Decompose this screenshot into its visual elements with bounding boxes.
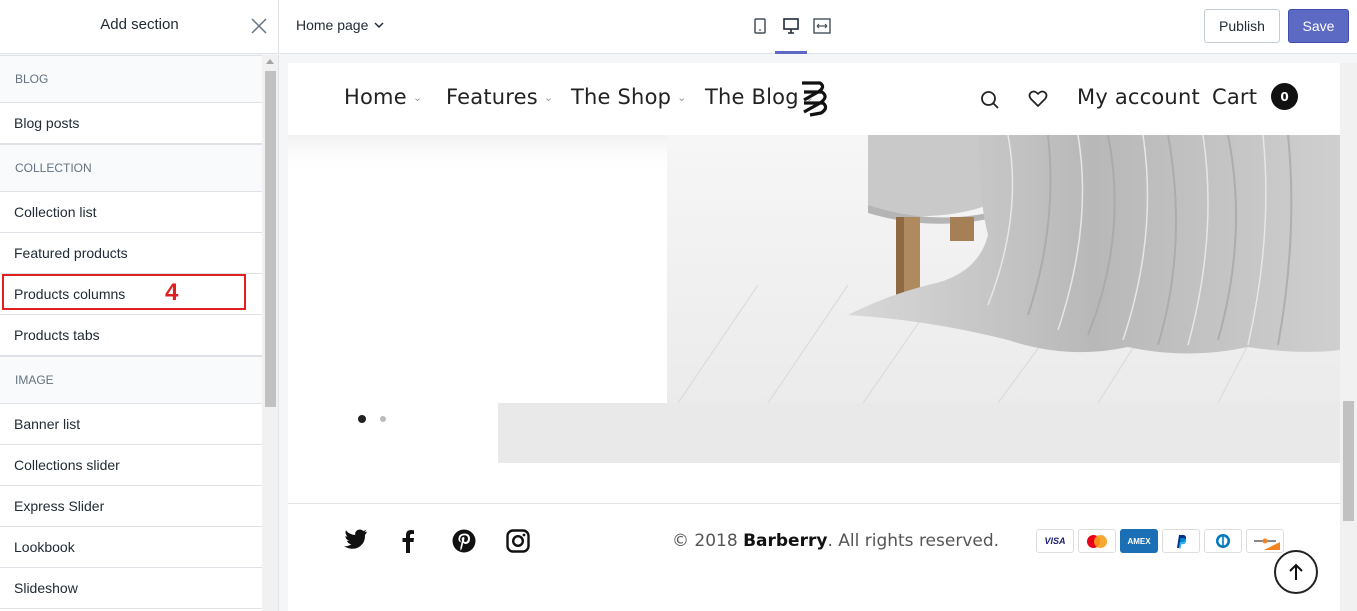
nav-shop-label: The Shop <box>571 85 672 109</box>
slider-dot[interactable] <box>380 416 386 422</box>
nav-the-shop[interactable]: The Shop ⌄ <box>571 85 687 109</box>
facebook-icon[interactable] <box>401 529 415 553</box>
chevron-down-icon <box>374 21 384 28</box>
close-icon[interactable] <box>250 17 268 35</box>
pinterest-icon[interactable] <box>452 529 476 553</box>
my-account-link[interactable]: My account <box>1077 85 1200 109</box>
mobile-view-button[interactable] <box>750 15 770 37</box>
chevron-down-icon: ⌄ <box>543 90 554 104</box>
back-to-top-button[interactable] <box>1274 550 1318 594</box>
diners-club-icon <box>1204 529 1242 553</box>
scroll-up-arrow-icon[interactable] <box>266 59 274 64</box>
search-icon[interactable] <box>980 90 1000 110</box>
section-item-featured-products[interactable]: Featured products <box>0 233 262 274</box>
mobile-icon <box>754 18 766 34</box>
preview-scrollbar[interactable] <box>1340 63 1357 611</box>
instagram-icon[interactable] <box>506 529 530 553</box>
page-selector-label: Home page <box>296 17 369 33</box>
nav-home[interactable]: Home ⌄ <box>344 85 422 109</box>
preview-scroll-thumb[interactable] <box>1343 401 1354 521</box>
hero-slideshow <box>288 134 1340 501</box>
brand-name: Barberry <box>743 531 828 551</box>
section-list: BLOG Blog posts COLLECTION Collection li… <box>0 55 262 611</box>
copyright-prefix: © 2018 <box>672 531 744 551</box>
visa-icon: VISA <box>1036 529 1074 553</box>
paypal-icon <box>1162 529 1200 553</box>
highlight-box <box>2 274 246 310</box>
sidebar-scroll-thumb[interactable] <box>265 71 276 407</box>
section-item-blog-posts[interactable]: Blog posts <box>0 103 262 144</box>
cart-label: Cart <box>1212 84 1258 109</box>
hero-image-blanket-chair <box>288 134 1340 463</box>
sidebar-scrollbar[interactable] <box>262 55 279 611</box>
cart-count-badge: 0 <box>1271 83 1299 110</box>
slider-dot-active[interactable] <box>358 415 366 423</box>
group-heading-collection: COLLECTION <box>0 144 262 192</box>
fullwidth-view-button[interactable] <box>812 15 832 37</box>
save-button[interactable]: Save <box>1288 9 1349 43</box>
page-selector[interactable]: Home page <box>296 17 384 33</box>
nav-features[interactable]: Features ⌄ <box>446 85 553 109</box>
cart-link[interactable]: Cart 0 <box>1212 83 1299 110</box>
nav-blog-label: The Blog <box>705 85 799 109</box>
mastercard-icon <box>1078 529 1116 553</box>
wishlist-heart-icon[interactable] <box>1028 90 1048 108</box>
twitter-icon[interactable] <box>344 529 368 549</box>
editor-topbar: Add section Home page Publish Save <box>0 0 1357 54</box>
section-item-collection-list[interactable]: Collection list <box>0 192 262 233</box>
arrow-up-icon <box>1289 563 1303 580</box>
copyright-suffix: . All rights reserved. <box>827 531 1000 551</box>
section-item-lookbook[interactable]: Lookbook <box>0 527 262 568</box>
store-preview: Home ⌄ Features ⌄ The Shop ⌄ The Blog ⌄ My a… <box>288 63 1340 611</box>
desktop-view-button[interactable] <box>775 15 807 54</box>
group-heading-image: IMAGE <box>0 356 262 404</box>
chevron-down-icon: ⌄ <box>412 90 423 104</box>
nav-home-label: Home <box>344 85 407 109</box>
section-item-products-tabs[interactable]: Products tabs <box>0 315 262 356</box>
device-switcher <box>750 15 832 54</box>
publish-button[interactable]: Publish <box>1204 9 1280 43</box>
section-item-slideshow[interactable]: Slideshow <box>0 568 262 609</box>
panel-title: Add section <box>100 16 179 33</box>
chevron-down-icon: ⌄ <box>677 90 687 104</box>
copyright-text: © 2018 Barberry. All rights reserved. <box>672 531 999 551</box>
panel-header: Add section <box>0 0 279 54</box>
fullwidth-icon <box>813 18 831 34</box>
barberry-logo-icon[interactable] <box>796 79 830 117</box>
slider-dots <box>358 415 386 423</box>
group-heading-blog: BLOG <box>0 55 262 103</box>
store-footer: © 2018 Barberry. All rights reserved. VI… <box>288 503 1340 611</box>
desktop-icon <box>783 18 799 34</box>
section-item-express-slider[interactable]: Express Slider <box>0 486 262 527</box>
discover-icon <box>1246 529 1284 553</box>
highlight-number: 4 <box>165 279 179 306</box>
nav-features-label: Features <box>446 85 538 109</box>
section-item-banner-list[interactable]: Banner list <box>0 404 262 445</box>
amex-icon: AMEX <box>1120 529 1158 553</box>
store-nav: Home ⌄ Features ⌄ The Shop ⌄ The Blog ⌄ My a… <box>288 63 1340 135</box>
section-item-collections-slider[interactable]: Collections slider <box>0 445 262 486</box>
